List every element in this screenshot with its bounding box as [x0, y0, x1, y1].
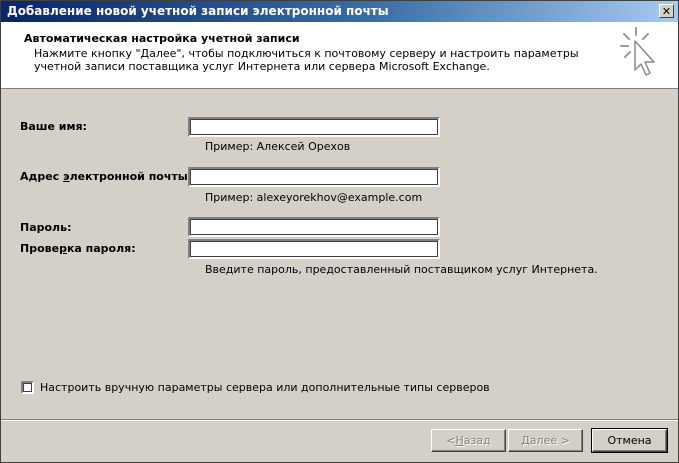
- name-input[interactable]: [188, 117, 440, 137]
- header-title: Автоматическая настройка учетной записи: [24, 32, 300, 45]
- title-bar[interactable]: Добавление новой учетной записи электрон…: [1, 1, 678, 22]
- manual-config-label: Настроить вручную параметры сервера или …: [40, 381, 490, 394]
- password-confirm-input[interactable]: [188, 239, 440, 259]
- next-button[interactable]: Далее >: [508, 429, 583, 452]
- password-input[interactable]: [188, 217, 440, 237]
- cancel-button[interactable]: Отмена: [591, 428, 668, 453]
- dialog-window: Добавление новой учетной записи электрон…: [0, 0, 679, 463]
- manual-config-checkbox[interactable]: [21, 381, 34, 394]
- wizard-header: Автоматическая настройка учетной записи …: [1, 22, 678, 89]
- password-confirm-label: Проверка пароля:: [20, 242, 136, 255]
- window-title: Добавление новой учетной записи электрон…: [7, 4, 389, 18]
- header-description: Нажмите кнопку "Далее", чтобы подключить…: [34, 47, 579, 73]
- close-button[interactable]: ✕: [659, 4, 674, 18]
- name-hint: Пример: Алексей Орехов: [205, 140, 351, 153]
- password-hint: Введите пароль, предоставленный поставщи…: [205, 263, 598, 276]
- name-label: Ваше имя:: [20, 120, 87, 133]
- cursor-sparkle-icon: [620, 27, 655, 76]
- footer-separator: [1, 419, 678, 421]
- email-hint: Пример: alexeyorekhov@example.com: [205, 191, 423, 204]
- email-input[interactable]: [188, 167, 440, 187]
- back-button[interactable]: < Назад: [431, 429, 506, 452]
- close-icon: ✕: [661, 4, 672, 18]
- email-label: Адрес электронной почты:: [20, 170, 193, 183]
- password-label: Пароль:: [20, 221, 72, 234]
- manual-config-row[interactable]: Настроить вручную параметры сервера или …: [21, 381, 490, 394]
